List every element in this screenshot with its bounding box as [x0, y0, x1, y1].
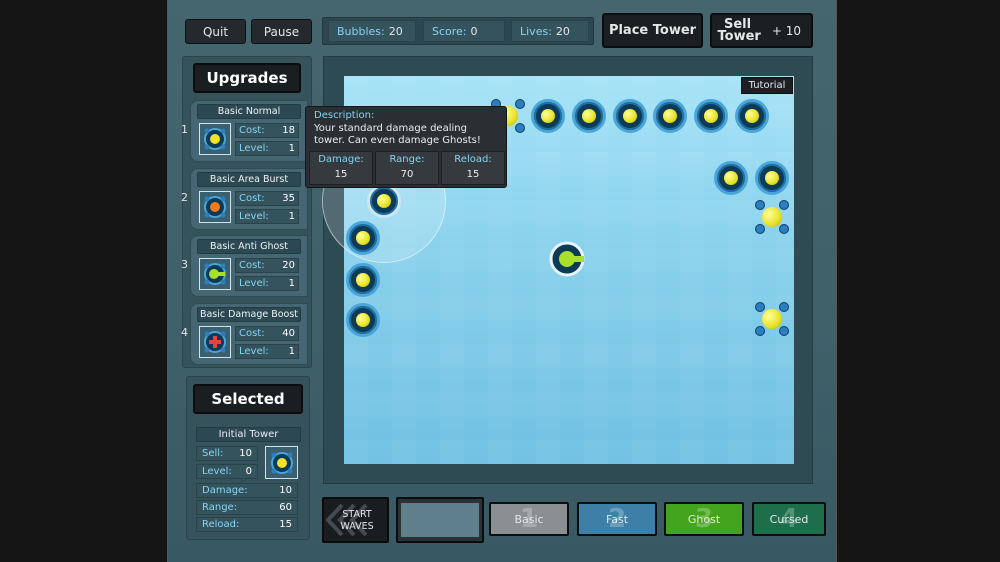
selected-range: Range: 60: [196, 500, 298, 515]
upgrade-cost: Cost: 35: [235, 191, 299, 206]
wave-1[interactable]: 1 Basic: [489, 502, 569, 536]
wave-3[interactable]: 3 Ghost: [664, 502, 744, 536]
upgrade-level: Level: 1: [235, 344, 299, 359]
area-burst-tower-icon: [199, 191, 231, 223]
tooltip-range: Range: 70: [375, 151, 439, 185]
upgrade-name: Basic Damage Boost: [197, 307, 301, 322]
upgrade-level: Level: 1: [235, 209, 299, 224]
quit-button[interactable]: Quit: [185, 19, 246, 44]
tooltip-description: Your standard damage dealing tower. Can …: [314, 123, 481, 146]
tower[interactable]: [714, 161, 748, 195]
lives-stat: Lives: 20: [511, 20, 589, 42]
pause-button[interactable]: Pause: [251, 19, 312, 44]
start-waves-button[interactable]: START WAVES: [322, 497, 389, 543]
upgrade-card-3[interactable]: 3 Basic Anti Ghost Cost: 20 Level: 1: [181, 235, 308, 297]
tower[interactable]: [572, 99, 606, 133]
upgrade-name: Basic Anti Ghost: [197, 239, 301, 254]
selected-level: Level: 0: [196, 464, 258, 479]
wave-4[interactable]: 4 Cursed: [752, 502, 826, 536]
upgrade-cost: Cost: 40: [235, 326, 299, 341]
start-waves-label: START WAVES: [340, 509, 374, 532]
tower[interactable]: [346, 263, 380, 297]
damage-boost-tower-icon: [199, 326, 231, 358]
tower-tooltip: Description: Your standard damage dealin…: [305, 106, 507, 188]
upgrade-level: Level: 1: [235, 141, 299, 156]
selected-tower-name: Initial Tower: [196, 427, 301, 442]
sell-value: + 10: [764, 16, 809, 45]
initial-tower[interactable]: [548, 240, 586, 278]
enemy-bubble: [755, 302, 789, 336]
selected-damage: Damage: 10: [196, 483, 298, 498]
bubbles-stat: Bubbles: 20: [328, 20, 416, 42]
sell-tower-button[interactable]: Sell Tower: [713, 16, 762, 45]
tower[interactable]: [735, 99, 769, 133]
wave-preview-slot: [396, 497, 484, 543]
sell-tower-label: Sell Tower: [717, 16, 761, 44]
upgrade-card-4[interactable]: 4 Basic Damage Boost Cost: 40 Level: 1: [181, 303, 308, 365]
upgrade-card-2[interactable]: 2 Basic Area Burst Cost: 35 Level: 1: [181, 168, 308, 230]
upgrade-name: Basic Area Burst: [197, 172, 301, 187]
enemy-bubble: [755, 200, 789, 234]
tooltip-desc-label: Description:: [314, 110, 375, 121]
place-tower-button[interactable]: Place Tower: [602, 13, 703, 48]
tower[interactable]: [613, 99, 647, 133]
upgrade-num: 2: [181, 191, 188, 204]
wave-2[interactable]: 2 Fast: [577, 502, 657, 536]
anti-ghost-tower-icon: [199, 258, 231, 290]
tower-placement-ghost: [367, 184, 401, 218]
tooltip-reload: Reload: 15: [441, 151, 505, 185]
upgrade-num: 3: [181, 258, 188, 271]
upgrade-cost: Cost: 18: [235, 123, 299, 138]
upgrade-num: 1: [181, 123, 188, 136]
initial-tower-icon: [549, 241, 585, 277]
upgrades-title: Upgrades: [193, 63, 301, 93]
selected-title: Selected: [193, 384, 303, 414]
tower[interactable]: [694, 99, 728, 133]
selected-reload: Reload: 15: [196, 517, 298, 532]
tower[interactable]: [755, 161, 789, 195]
upgrade-cost: Cost: 20: [235, 258, 299, 273]
tower[interactable]: [653, 99, 687, 133]
upgrade-level: Level: 1: [235, 276, 299, 291]
upgrade-num: 4: [181, 326, 188, 339]
upgrade-card-1[interactable]: 1 Basic Normal Cost: 18 Level: 1: [181, 100, 308, 162]
tutorial-button[interactable]: Tutorial: [741, 77, 793, 94]
upgrade-name: Basic Normal: [197, 104, 301, 119]
tower[interactable]: [346, 303, 380, 337]
selected-tower-icon: [265, 446, 298, 479]
tower[interactable]: [346, 221, 380, 255]
selected-sell: Sell: 10: [196, 446, 258, 461]
tooltip-damage: Damage: 15: [309, 151, 373, 185]
basic-normal-tower-icon: [199, 123, 231, 155]
tower[interactable]: [531, 99, 565, 133]
score-stat: Score: 0: [423, 20, 505, 42]
